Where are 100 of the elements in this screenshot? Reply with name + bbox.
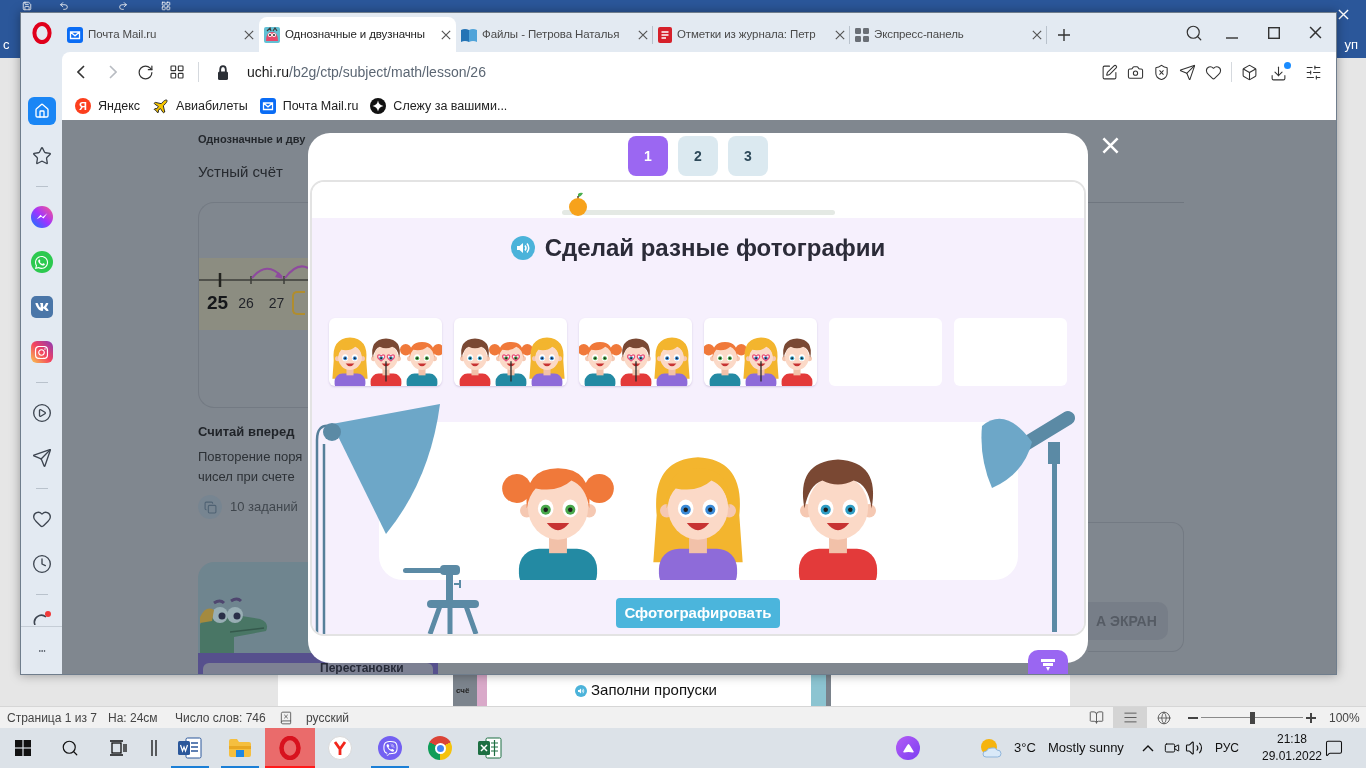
lesson-card[interactable]: 25 26 27 [198,202,308,408]
banner-button[interactable] [1028,650,1068,674]
new-tab-icon[interactable] [1057,28,1070,41]
close-icon[interactable] [244,29,254,40]
redo-icon[interactable] [118,1,128,11]
volume-icon[interactable] [1185,739,1203,757]
bookmark-link[interactable]: Почта Mail.ru [259,96,359,116]
mascot-icon [264,26,280,43]
stack-icon [198,495,222,519]
browser-tab[interactable]: Почта Mail.ru [62,17,259,52]
camera-icon[interactable] [1164,740,1180,756]
close-icon[interactable] [638,29,648,40]
mail-icon [259,98,276,114]
document-icon [658,26,672,43]
notifications-icon[interactable] [1325,739,1343,757]
page-count: Страница 1 из 7 [6,709,98,727]
undo-icon[interactable] [59,1,69,11]
step-button[interactable]: 3 [728,136,768,176]
browser-logo-icon [328,736,352,760]
browser-tab[interactable]: Файлы - Петрова Наталья [456,17,653,52]
close-icon[interactable] [835,29,845,40]
lesson-title[interactable]: Считай вперед [198,424,295,440]
whatsapp-icon [30,251,53,273]
word-count: Число слов: 746 [175,709,267,727]
search-icon[interactable] [61,739,79,757]
maximize-icon[interactable] [1268,26,1280,39]
weather-text[interactable]: Mostly sunny [1048,738,1136,758]
grid-icon [855,27,869,42]
bookmark-link[interactable]: Авиабилеты [152,96,248,116]
browser-tab[interactable]: Экспресс-панель [850,17,1047,52]
save-icon[interactable] [22,1,32,11]
close-icon[interactable] [1032,29,1042,40]
language-label[interactable]: русский [306,708,350,727]
temperature-text[interactable]: 3°C [1014,738,1044,758]
shield-icon[interactable] [1152,63,1170,81]
grid-icon[interactable] [169,64,185,80]
reload-icon[interactable] [136,63,154,81]
spelling-icon[interactable] [279,710,293,725]
opera-logo-icon[interactable] [31,21,52,44]
bookmark-link[interactable]: Слежу за вашими... [370,96,508,116]
zoom-slider[interactable] [1201,711,1303,724]
play-icon [31,403,52,423]
minimize-icon[interactable] [1226,36,1238,39]
folder-icon [228,738,252,758]
step-button[interactable]: 2 [678,136,718,176]
globe-icon [1157,710,1171,725]
star-icon [31,146,52,166]
download-icon[interactable] [1269,62,1291,82]
windows-logo-icon[interactable] [15,740,31,756]
airplane-icon [152,97,170,115]
weather-icon [980,738,1002,758]
ribbon-tab[interactable]: уп [1344,37,1358,53]
cube-icon[interactable] [1240,63,1258,81]
browser-tab[interactable]: Отметки из журнала: Петр [653,17,850,52]
task-count: 10 заданий [230,498,298,517]
book-icon [1088,710,1104,725]
close-icon[interactable] [441,29,451,40]
chat-bubble-icon [31,610,52,625]
zoom-in-icon[interactable] [1306,712,1316,723]
chevron-up-icon[interactable] [1142,744,1154,752]
close-icon[interactable] [1309,26,1322,39]
mail-icon [67,26,83,43]
section-tab[interactable]: Устный счёт [198,163,283,181]
page-lines-icon [1122,710,1138,725]
camera-icon[interactable] [1126,63,1144,81]
number-label: 27 [268,294,285,313]
heart-icon[interactable] [1204,63,1222,81]
back-icon[interactable] [77,65,85,79]
lock-icon[interactable] [217,64,229,80]
answer-box [292,291,306,315]
send-icon[interactable] [1178,63,1196,81]
edit-icon[interactable] [1100,63,1118,81]
clock[interactable]: 21:18 29.01.2022 [1261,728,1323,768]
image-text: счё [455,685,470,697]
task-view-icon[interactable] [109,740,127,756]
excel-icon [478,737,502,759]
number-label: 26 [238,294,254,313]
star-icon [370,98,387,114]
address-field[interactable]: uchi.ru/b2g/ctp/subject/math/lesson/26 [247,61,486,83]
task-title: Сделай разные фотографии [544,233,886,263]
send-icon [31,448,52,468]
zoom-thumb[interactable] [1249,711,1255,724]
word-icon [178,737,202,759]
ribbon-tab[interactable]: с [3,37,10,53]
number-label: 25 [207,292,229,314]
screenshot-image [811,675,831,706]
breadcrumb-text: Однозначные и дву [198,133,306,146]
settings-icon[interactable] [1304,63,1322,81]
input-language[interactable]: РУС [1215,739,1245,757]
zoom-out-icon[interactable] [1188,716,1198,719]
bookmark-link[interactable]: Я Яндекс [75,96,141,116]
cursor-position: На: 24см [108,709,159,727]
double-bar-icon[interactable] [150,740,157,756]
assistant-icon[interactable] [896,736,920,760]
browser-tab[interactable]: Однозначные и двузначны [259,17,456,52]
viber-icon [378,736,402,760]
clock-icon [31,554,52,574]
search-icon[interactable] [1185,23,1203,42]
step-button[interactable]: 1 [628,136,668,176]
grid-icon[interactable] [161,1,171,11]
